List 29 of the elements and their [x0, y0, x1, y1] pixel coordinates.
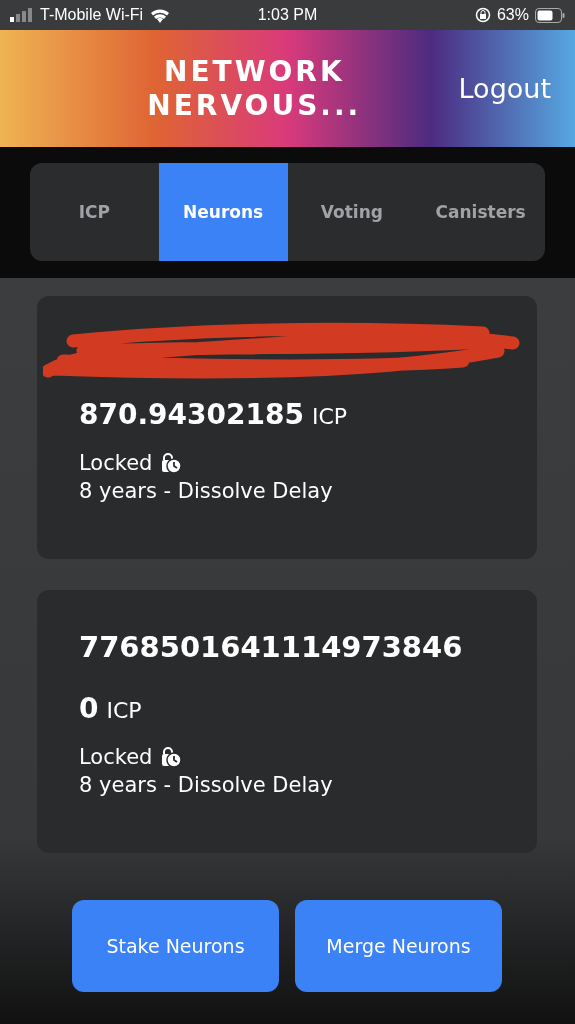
wifi-icon [149, 7, 172, 23]
tab[interactable]: Voting [287, 163, 417, 261]
currency-unit: ICP [311, 404, 348, 429]
battery-icon [535, 7, 565, 23]
carrier-label: T-Mobile Wi-Fi [40, 6, 144, 24]
stake-amount: 870.94302185 [79, 398, 304, 431]
neuron-state: Locked [79, 745, 153, 769]
dissolve-delay: 8 years - Dissolve Delay [79, 773, 334, 797]
battery-percent: 63% [496, 6, 529, 24]
lock-clock-icon [160, 452, 183, 474]
lock-clock-icon [160, 746, 183, 768]
currency-unit: ICP [106, 698, 142, 723]
action-button[interactable]: Stake Neurons [72, 900, 279, 992]
stake-amount: 0 [79, 692, 99, 725]
app-title: NERVOUS... [147, 88, 362, 123]
tab[interactable]: Canisters [416, 163, 545, 261]
neuron-card[interactable]: 870.94302185 ICP Locked 8 years - Dissolve Delay [37, 296, 537, 559]
neuron-state: Locked [79, 451, 153, 475]
clock-time: 1:03 PM [257, 6, 318, 24]
neuron-id: 7768501641114973846 [79, 630, 464, 666]
app-title: NETWORK [163, 54, 345, 89]
tab[interactable]: ICP [30, 163, 159, 261]
tab[interactable]: Neurons [158, 163, 288, 261]
logout-link[interactable]: Logout [458, 73, 551, 104]
signal-icon [10, 8, 34, 22]
dissolve-delay: 8 years - Dissolve Delay [79, 479, 334, 503]
neuron-card[interactable]: 7768501641114973846 0 ICP Locked 8 years - Dissolve Delay [37, 590, 537, 853]
action-button[interactable]: Merge Neurons [295, 900, 502, 992]
rotation-lock-icon [474, 7, 491, 23]
